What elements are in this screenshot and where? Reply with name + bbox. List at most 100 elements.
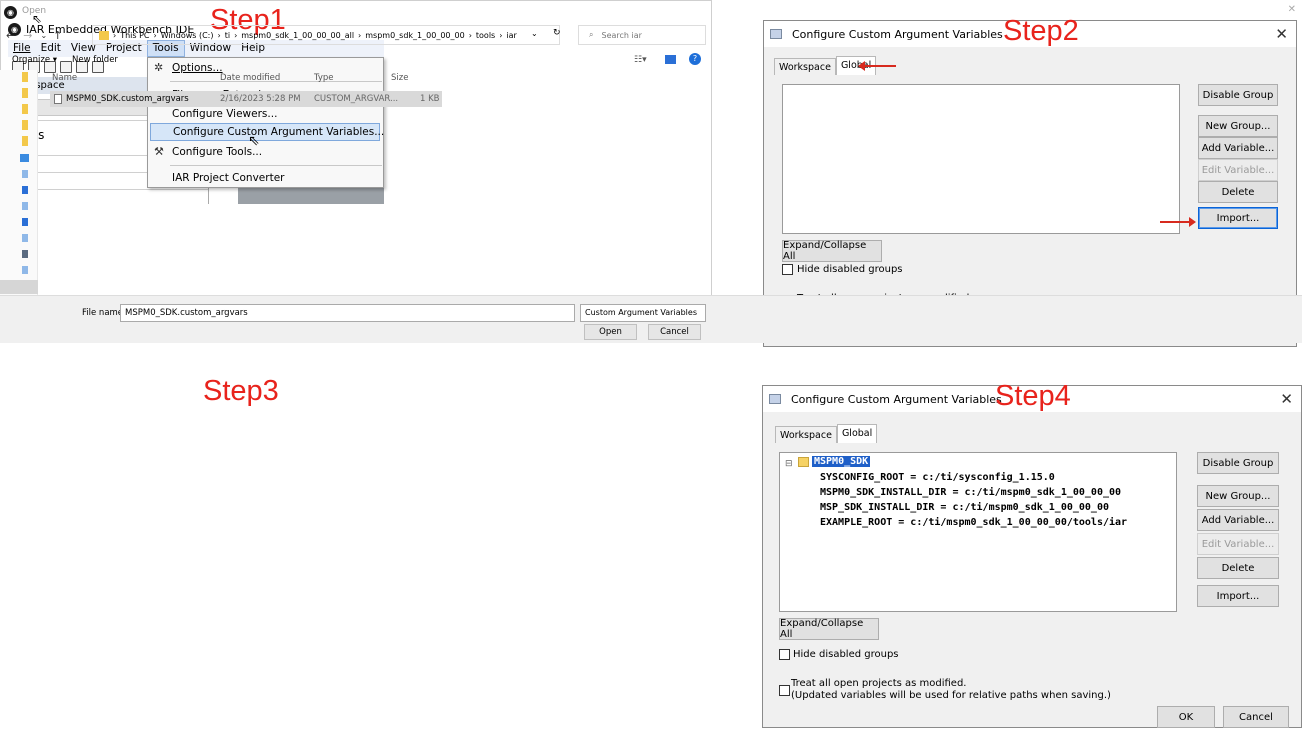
close-icon[interactable]: ✕: [1280, 390, 1293, 408]
video-icon[interactable]: [22, 250, 28, 258]
file-type-select[interactable]: Custom Argument Variables File: [580, 304, 706, 333]
preview-pane-icon[interactable]: [665, 55, 676, 64]
divider: [8, 189, 208, 190]
variables-list[interactable]: [782, 84, 1180, 234]
treat-all-modified-checkbox[interactable]: [779, 685, 790, 696]
chevron-down-icon[interactable]: ⌄: [531, 29, 538, 38]
tree-variable[interactable]: MSP_SDK_INSTALL_DIR = c:/ti/mspm0_sdk_1_…: [820, 502, 1109, 513]
folder-icon: [99, 30, 109, 40]
close-icon[interactable]: ✕: [1288, 4, 1296, 15]
add-variable-button[interactable]: Add Variable...: [1198, 137, 1278, 159]
breadcrumb-item[interactable]: mspm0_sdk_1_00_00_00: [365, 31, 464, 40]
column-header-date[interactable]: Date modified: [220, 73, 280, 83]
document-icon[interactable]: [22, 202, 28, 210]
column-header-name[interactable]: Name: [52, 73, 77, 83]
file-name-input[interactable]: MSPM0_SDK.custom_argvars: [120, 304, 575, 322]
gear-icon: ✲: [154, 61, 164, 74]
new-folder-button[interactable]: New folder: [72, 52, 118, 68]
dialog-title: Configure Custom Argument Variables: [791, 392, 1002, 406]
cancel-button[interactable]: Cancel: [1223, 706, 1289, 728]
chevron-down-icon[interactable]: ⌄: [40, 31, 47, 40]
open-button[interactable]: Open: [584, 324, 637, 340]
search-input[interactable]: ⌕ Search iar: [578, 25, 706, 45]
folder-icon: [798, 457, 809, 467]
refresh-icon[interactable]: ↻: [553, 28, 561, 38]
new-group-button[interactable]: New Group...: [1198, 115, 1278, 137]
mouse-cursor-icon: ⇖: [32, 12, 43, 26]
music-icon[interactable]: [22, 234, 28, 242]
up-arrow-icon[interactable]: ↑: [53, 29, 62, 42]
menu-item-iar-project-converter[interactable]: IAR Project Converter: [172, 169, 284, 187]
search-placeholder: Search iar: [601, 30, 642, 40]
breadcrumb-item[interactable]: tools: [476, 31, 495, 40]
menu-item-configure-custom-argument-variables[interactable]: Configure Custom Argument Variables...: [150, 123, 384, 141]
tools-icon: ⚒: [154, 145, 164, 158]
disable-group-button[interactable]: Disable Group: [1198, 84, 1278, 106]
edit-variable-button[interactable]: Edit Variable...: [1198, 159, 1278, 181]
document-icon[interactable]: [22, 170, 28, 178]
expand-collapse-all-button[interactable]: Expand/Collapse All: [779, 618, 879, 640]
breadcrumb-item[interactable]: mspm0_sdk_1_00_00_00_all: [241, 31, 354, 40]
delete-button[interactable]: Delete: [1198, 181, 1278, 203]
folder-icon[interactable]: [22, 104, 28, 114]
tree-variable[interactable]: EXAMPLE_ROOT = c:/ti/mspm0_sdk_1_00_00_0…: [820, 517, 1127, 528]
folder-icon[interactable]: [22, 136, 28, 146]
window-icon: [769, 394, 781, 404]
drive-icon[interactable]: [22, 186, 28, 194]
hide-disabled-checkbox[interactable]: [782, 264, 793, 275]
add-variable-button[interactable]: Add Variable...: [1197, 509, 1279, 531]
tree-variable[interactable]: MSPM0_SDK_INSTALL_DIR = c:/ti/mspm0_sdk_…: [820, 487, 1121, 498]
download-icon[interactable]: [22, 218, 28, 226]
search-icon: ⌕: [589, 30, 594, 39]
red-arrow-icon: [858, 61, 896, 71]
file-type-cell: CUSTOM_ARGVAR...: [314, 94, 399, 104]
tab-workspace[interactable]: Workspace: [775, 426, 837, 443]
step4-dialog: Configure Custom Argument Variables ✕ Wo…: [762, 385, 1302, 728]
edit-variable-button[interactable]: Edit Variable...: [1197, 533, 1279, 555]
import-button[interactable]: Import...: [1198, 207, 1278, 229]
delete-button[interactable]: Delete: [1197, 557, 1279, 579]
pc-icon[interactable]: [22, 266, 28, 274]
cancel-button[interactable]: Cancel: [648, 324, 701, 340]
new-group-button[interactable]: New Group...: [1197, 485, 1279, 507]
treat-all-modified-note: (Updated variables will be used for rela…: [791, 690, 1111, 701]
menu-separator: [170, 165, 382, 166]
variables-list[interactable]: ⊟ MSPM0_SDK SYSCONFIG_ROOT = c:/ti/sysco…: [779, 452, 1177, 612]
table-row[interactable]: MSPM0_SDK.custom_argvars 2/16/2023 5:28 …: [50, 91, 442, 107]
breadcrumb-item[interactable]: Windows (C:): [161, 31, 214, 40]
breadcrumb-item[interactable]: ti: [225, 31, 230, 40]
column-header-size[interactable]: Size: [391, 73, 408, 83]
file-size-cell: 1 KB: [420, 94, 440, 104]
view-options-icon[interactable]: ☷▾: [634, 55, 647, 65]
forward-arrow-icon[interactable]: →: [23, 29, 32, 42]
menu-item-options[interactable]: Options...: [172, 59, 223, 77]
desktop-icon[interactable]: [20, 154, 29, 162]
folder-icon[interactable]: [22, 88, 28, 98]
column-header-type[interactable]: Type: [314, 73, 334, 83]
hide-disabled-checkbox[interactable]: [779, 649, 790, 660]
tree-group-mspm0-sdk[interactable]: MSPM0_SDK: [810, 455, 872, 468]
back-arrow-icon[interactable]: ←: [6, 29, 15, 42]
network-item[interactable]: [0, 280, 38, 294]
address-bar[interactable]: › This PC › Windows (C:) › ti › mspm0_sdk_1_…: [92, 25, 560, 45]
step4-label: Step4: [995, 380, 1071, 412]
folder-icon[interactable]: [22, 72, 28, 82]
expand-collapse-all-button[interactable]: Expand/Collapse All: [782, 240, 882, 262]
navigation-pane: [0, 70, 38, 295]
save-all-icon[interactable]: [60, 61, 72, 73]
collapse-icon[interactable]: ⊟: [785, 459, 793, 469]
breadcrumb-item[interactable]: iar: [506, 31, 516, 40]
tab-global[interactable]: Global: [836, 424, 878, 443]
file-date-cell: 2/16/2023 5:28 PM: [220, 94, 301, 104]
help-icon[interactable]: ?: [689, 53, 701, 65]
ok-button[interactable]: OK: [1157, 706, 1215, 728]
hide-disabled-label: Hide disabled groups: [793, 649, 899, 660]
breadcrumb-item[interactable]: This PC: [120, 31, 149, 40]
organize-button[interactable]: Organize ▾: [12, 52, 57, 68]
tree-variable[interactable]: SYSCONFIG_ROOT = c:/ti/sysconfig_1.15.0: [820, 472, 1055, 483]
folder-icon[interactable]: [22, 120, 28, 130]
tab-workspace[interactable]: Workspace: [774, 58, 836, 75]
menu-item-configure-viewers[interactable]: Configure Viewers...: [172, 105, 277, 123]
import-button[interactable]: Import...: [1197, 585, 1279, 607]
disable-group-button[interactable]: Disable Group: [1197, 452, 1279, 474]
